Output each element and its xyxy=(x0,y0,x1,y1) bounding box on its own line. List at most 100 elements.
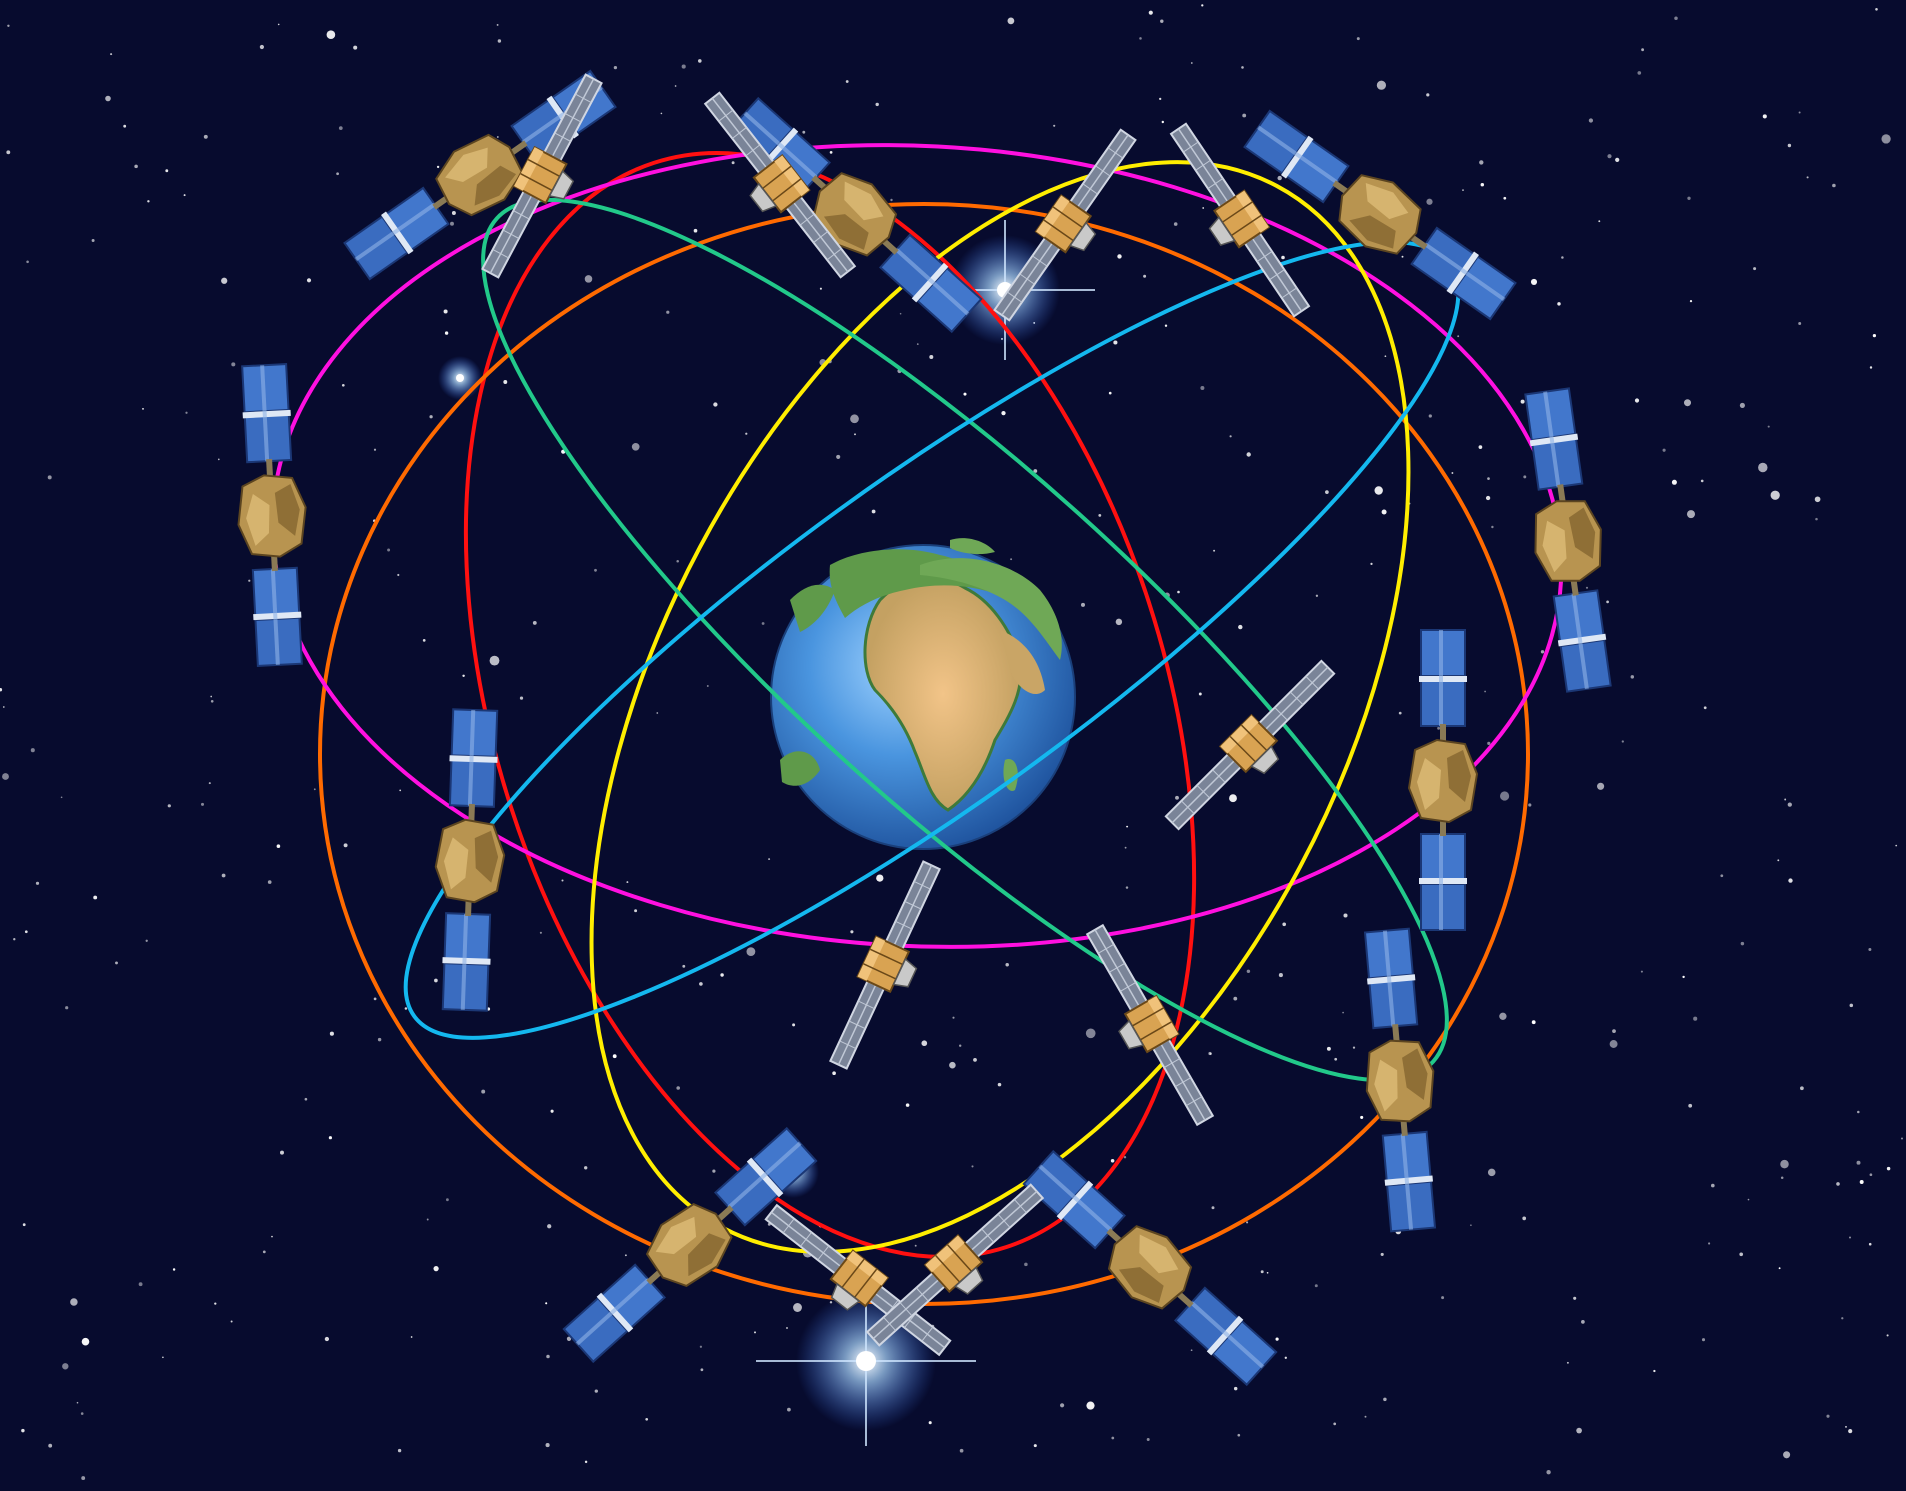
star xyxy=(450,221,454,226)
star xyxy=(875,102,879,107)
star xyxy=(1246,452,1251,457)
star xyxy=(1200,386,1205,390)
star xyxy=(1242,113,1247,118)
star xyxy=(1895,844,1898,847)
star xyxy=(1686,510,1696,519)
star xyxy=(792,1023,796,1027)
star xyxy=(444,331,449,335)
star xyxy=(47,475,52,480)
star xyxy=(1849,1003,1854,1008)
star xyxy=(532,620,537,625)
star xyxy=(539,931,542,934)
star xyxy=(1246,969,1251,974)
star xyxy=(35,881,40,885)
star xyxy=(713,402,718,407)
star xyxy=(1753,267,1757,271)
star xyxy=(1688,1103,1693,1108)
star xyxy=(1546,1470,1551,1475)
star xyxy=(1198,692,1202,696)
star xyxy=(681,64,686,69)
star xyxy=(1177,590,1180,594)
star xyxy=(1334,1057,1338,1061)
star xyxy=(1886,1166,1891,1171)
star xyxy=(731,161,735,165)
star xyxy=(1881,134,1891,144)
star xyxy=(916,343,919,345)
star xyxy=(971,1165,974,1168)
star xyxy=(162,1356,164,1359)
star xyxy=(81,1337,90,1346)
star xyxy=(1630,675,1635,679)
star xyxy=(660,112,663,115)
star xyxy=(1607,154,1612,159)
star xyxy=(1900,1137,1904,1140)
star xyxy=(434,978,438,983)
star xyxy=(1277,175,1282,181)
star xyxy=(324,1336,330,1342)
star xyxy=(1143,274,1147,278)
star xyxy=(1005,962,1009,967)
star xyxy=(1540,650,1545,654)
star xyxy=(433,1265,439,1272)
star xyxy=(1848,1429,1853,1434)
star xyxy=(1148,10,1153,15)
star xyxy=(1281,255,1285,260)
star xyxy=(21,1428,25,1433)
star xyxy=(1010,558,1013,561)
star xyxy=(550,1109,554,1113)
star xyxy=(1561,256,1564,259)
star xyxy=(123,124,127,128)
star xyxy=(80,1412,84,1415)
star xyxy=(890,198,893,202)
star xyxy=(1609,1040,1618,1048)
star xyxy=(1788,878,1793,883)
star xyxy=(306,278,312,283)
star xyxy=(1739,402,1745,408)
star xyxy=(1211,1206,1215,1210)
star xyxy=(1500,791,1510,801)
satellite-constellation-illustration xyxy=(0,0,1906,1491)
star xyxy=(1401,255,1404,258)
star xyxy=(768,858,771,861)
star xyxy=(1798,322,1802,325)
star xyxy=(208,782,211,785)
star xyxy=(1523,475,1527,479)
star xyxy=(1683,399,1692,407)
star xyxy=(720,973,724,977)
star xyxy=(1352,1046,1356,1049)
star xyxy=(203,134,208,139)
star xyxy=(422,639,426,642)
star xyxy=(259,44,264,50)
star xyxy=(1441,1296,1445,1300)
star xyxy=(674,85,677,87)
star xyxy=(1573,1296,1577,1300)
star xyxy=(1836,1182,1840,1186)
star xyxy=(1689,299,1693,303)
star xyxy=(1201,4,1204,7)
star xyxy=(624,1254,627,1257)
star xyxy=(338,126,343,130)
star xyxy=(138,1282,143,1287)
star xyxy=(145,939,148,942)
star xyxy=(436,165,440,169)
star xyxy=(1701,1338,1706,1342)
star xyxy=(60,796,63,799)
star xyxy=(1108,391,1112,395)
star xyxy=(1275,1337,1279,1341)
star xyxy=(1364,1415,1367,1418)
star xyxy=(676,1086,680,1090)
star xyxy=(1325,490,1329,494)
star xyxy=(850,930,854,934)
star xyxy=(1451,472,1454,474)
star xyxy=(1479,160,1484,165)
star xyxy=(280,1150,284,1155)
star xyxy=(712,1169,716,1173)
star xyxy=(626,881,629,884)
star xyxy=(656,712,659,714)
star xyxy=(1159,97,1162,101)
star xyxy=(1241,66,1244,69)
star xyxy=(147,200,150,203)
star xyxy=(328,1136,332,1140)
star xyxy=(1139,37,1142,40)
star xyxy=(1762,114,1767,119)
